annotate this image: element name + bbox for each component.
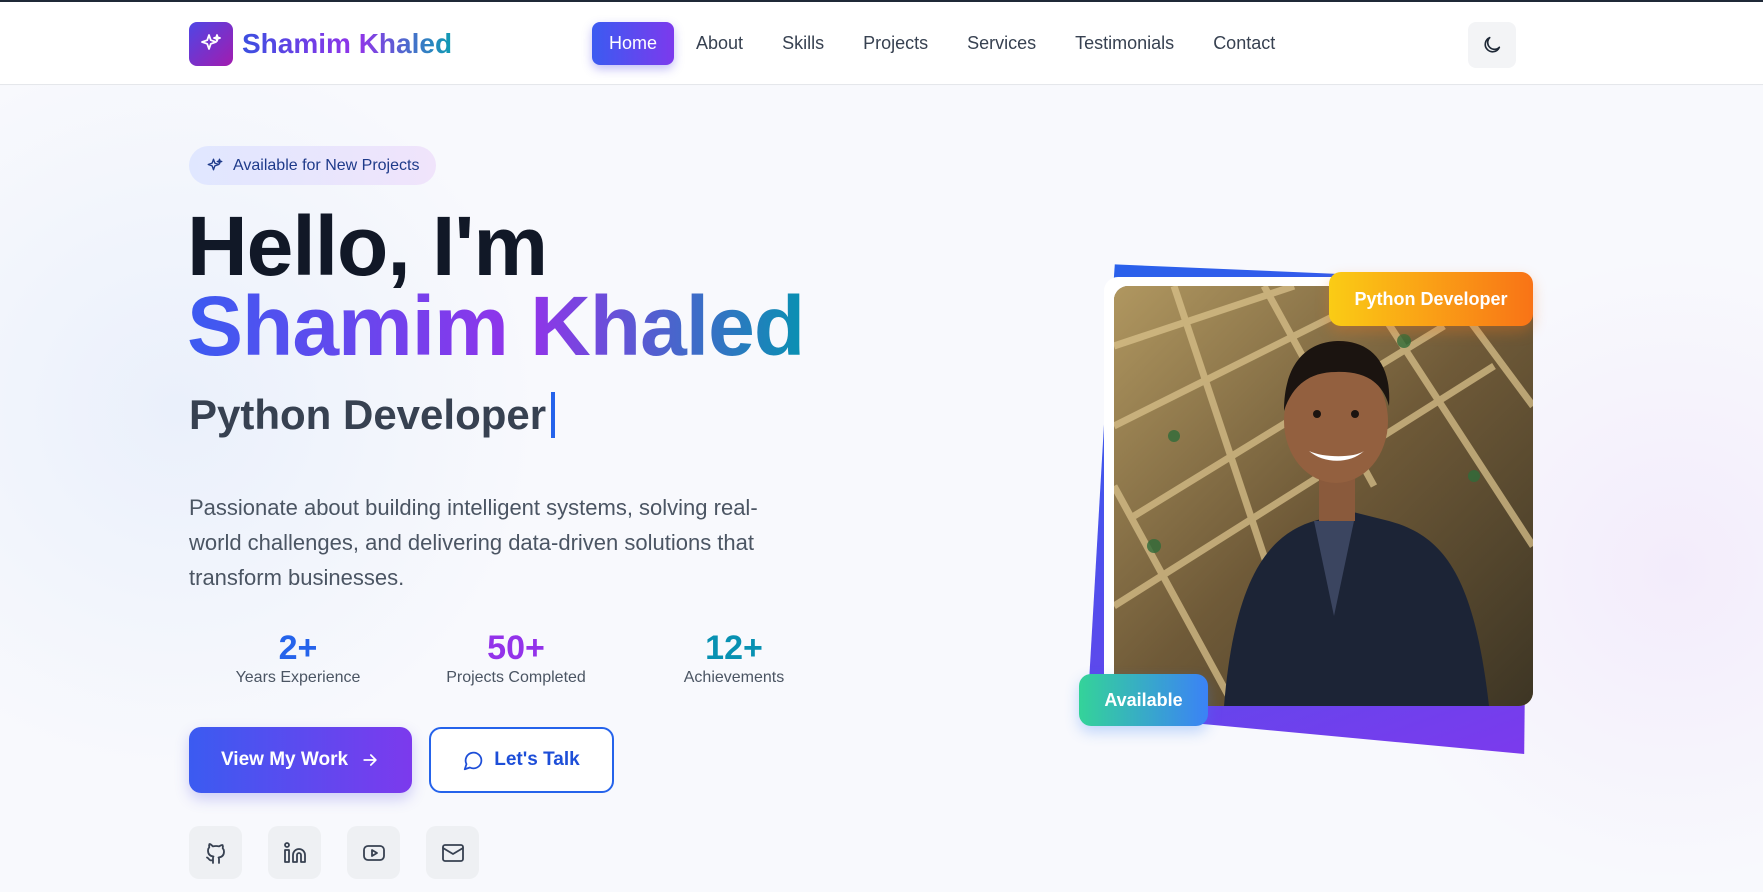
nav-skills[interactable]: Skills [765, 22, 841, 65]
nav-testimonials[interactable]: Testimonials [1058, 22, 1191, 65]
availability-pill-label: Available for New Projects [233, 156, 420, 174]
available-badge: Available [1079, 674, 1208, 726]
nav-services[interactable]: Services [950, 22, 1053, 65]
stat-label: Years Experience [235, 669, 361, 687]
sparkles-icon [207, 158, 223, 170]
arrow-right-icon [363, 754, 377, 766]
github-icon [205, 842, 225, 864]
hero-greeting: Hello, I'm [187, 199, 548, 293]
github-link[interactable] [189, 826, 242, 879]
view-my-work-label: View My Work [220, 749, 349, 770]
youtube-link[interactable] [347, 826, 400, 879]
hero-section: Available for New Projects Hello, I'm Sh… [0, 86, 1763, 892]
typing-caret [551, 392, 556, 438]
email-link[interactable] [426, 826, 479, 879]
main-nav: Home About Skills Projects Services Test… [592, 22, 1297, 65]
nav-about[interactable]: About [679, 22, 760, 65]
stat-label: Projects Completed [446, 669, 586, 687]
nav-projects[interactable]: Projects [846, 22, 945, 65]
stat-value: 12+ [705, 629, 763, 667]
brand-name: Shamim Khaled [242, 28, 453, 59]
lets-talk-button[interactable]: Let's Talk [429, 727, 614, 793]
sparkles-icon [189, 22, 233, 66]
stat-projects: 50+ Projects Completed [407, 629, 625, 687]
view-my-work-button[interactable]: View My Work [189, 727, 412, 793]
youtube-icon [362, 844, 385, 861]
social-links [189, 826, 505, 879]
stat-experience: 2+ Years Experience [189, 629, 407, 687]
linkedin-icon [283, 841, 306, 863]
stat-label: Achievements [683, 669, 785, 687]
stat-value: 50+ [487, 629, 545, 667]
hero-description: Passionate about building intelligent sy… [189, 495, 758, 590]
stats-row: 2+ Years Experience 50+ Projects Complet… [189, 629, 843, 687]
nav-contact[interactable]: Contact [1196, 22, 1292, 65]
linkedin-link[interactable] [268, 826, 321, 879]
navbar: Shamim Khaled Home About Skills Projects… [0, 2, 1763, 85]
theme-toggle-button[interactable] [1468, 22, 1516, 68]
profile-photo [1114, 286, 1533, 706]
mail-icon [441, 843, 464, 862]
hero-role: Python Developer [189, 391, 556, 439]
lets-talk-label: Let's Talk [494, 749, 580, 770]
moon-icon [1484, 36, 1501, 53]
hero-name: Shamim Khaled [187, 279, 805, 373]
stat-achievements: 12+ Achievements [625, 629, 843, 687]
role-badge: Python Developer [1329, 272, 1533, 326]
hero-role-text: Python Developer [189, 391, 547, 438]
stat-value: 2+ [278, 629, 318, 667]
chat-bubble-icon [464, 751, 483, 770]
nav-home[interactable]: Home [592, 22, 675, 65]
availability-pill: Available for New Projects [189, 146, 437, 185]
brand-logo[interactable]: Shamim Khaled [189, 22, 452, 66]
